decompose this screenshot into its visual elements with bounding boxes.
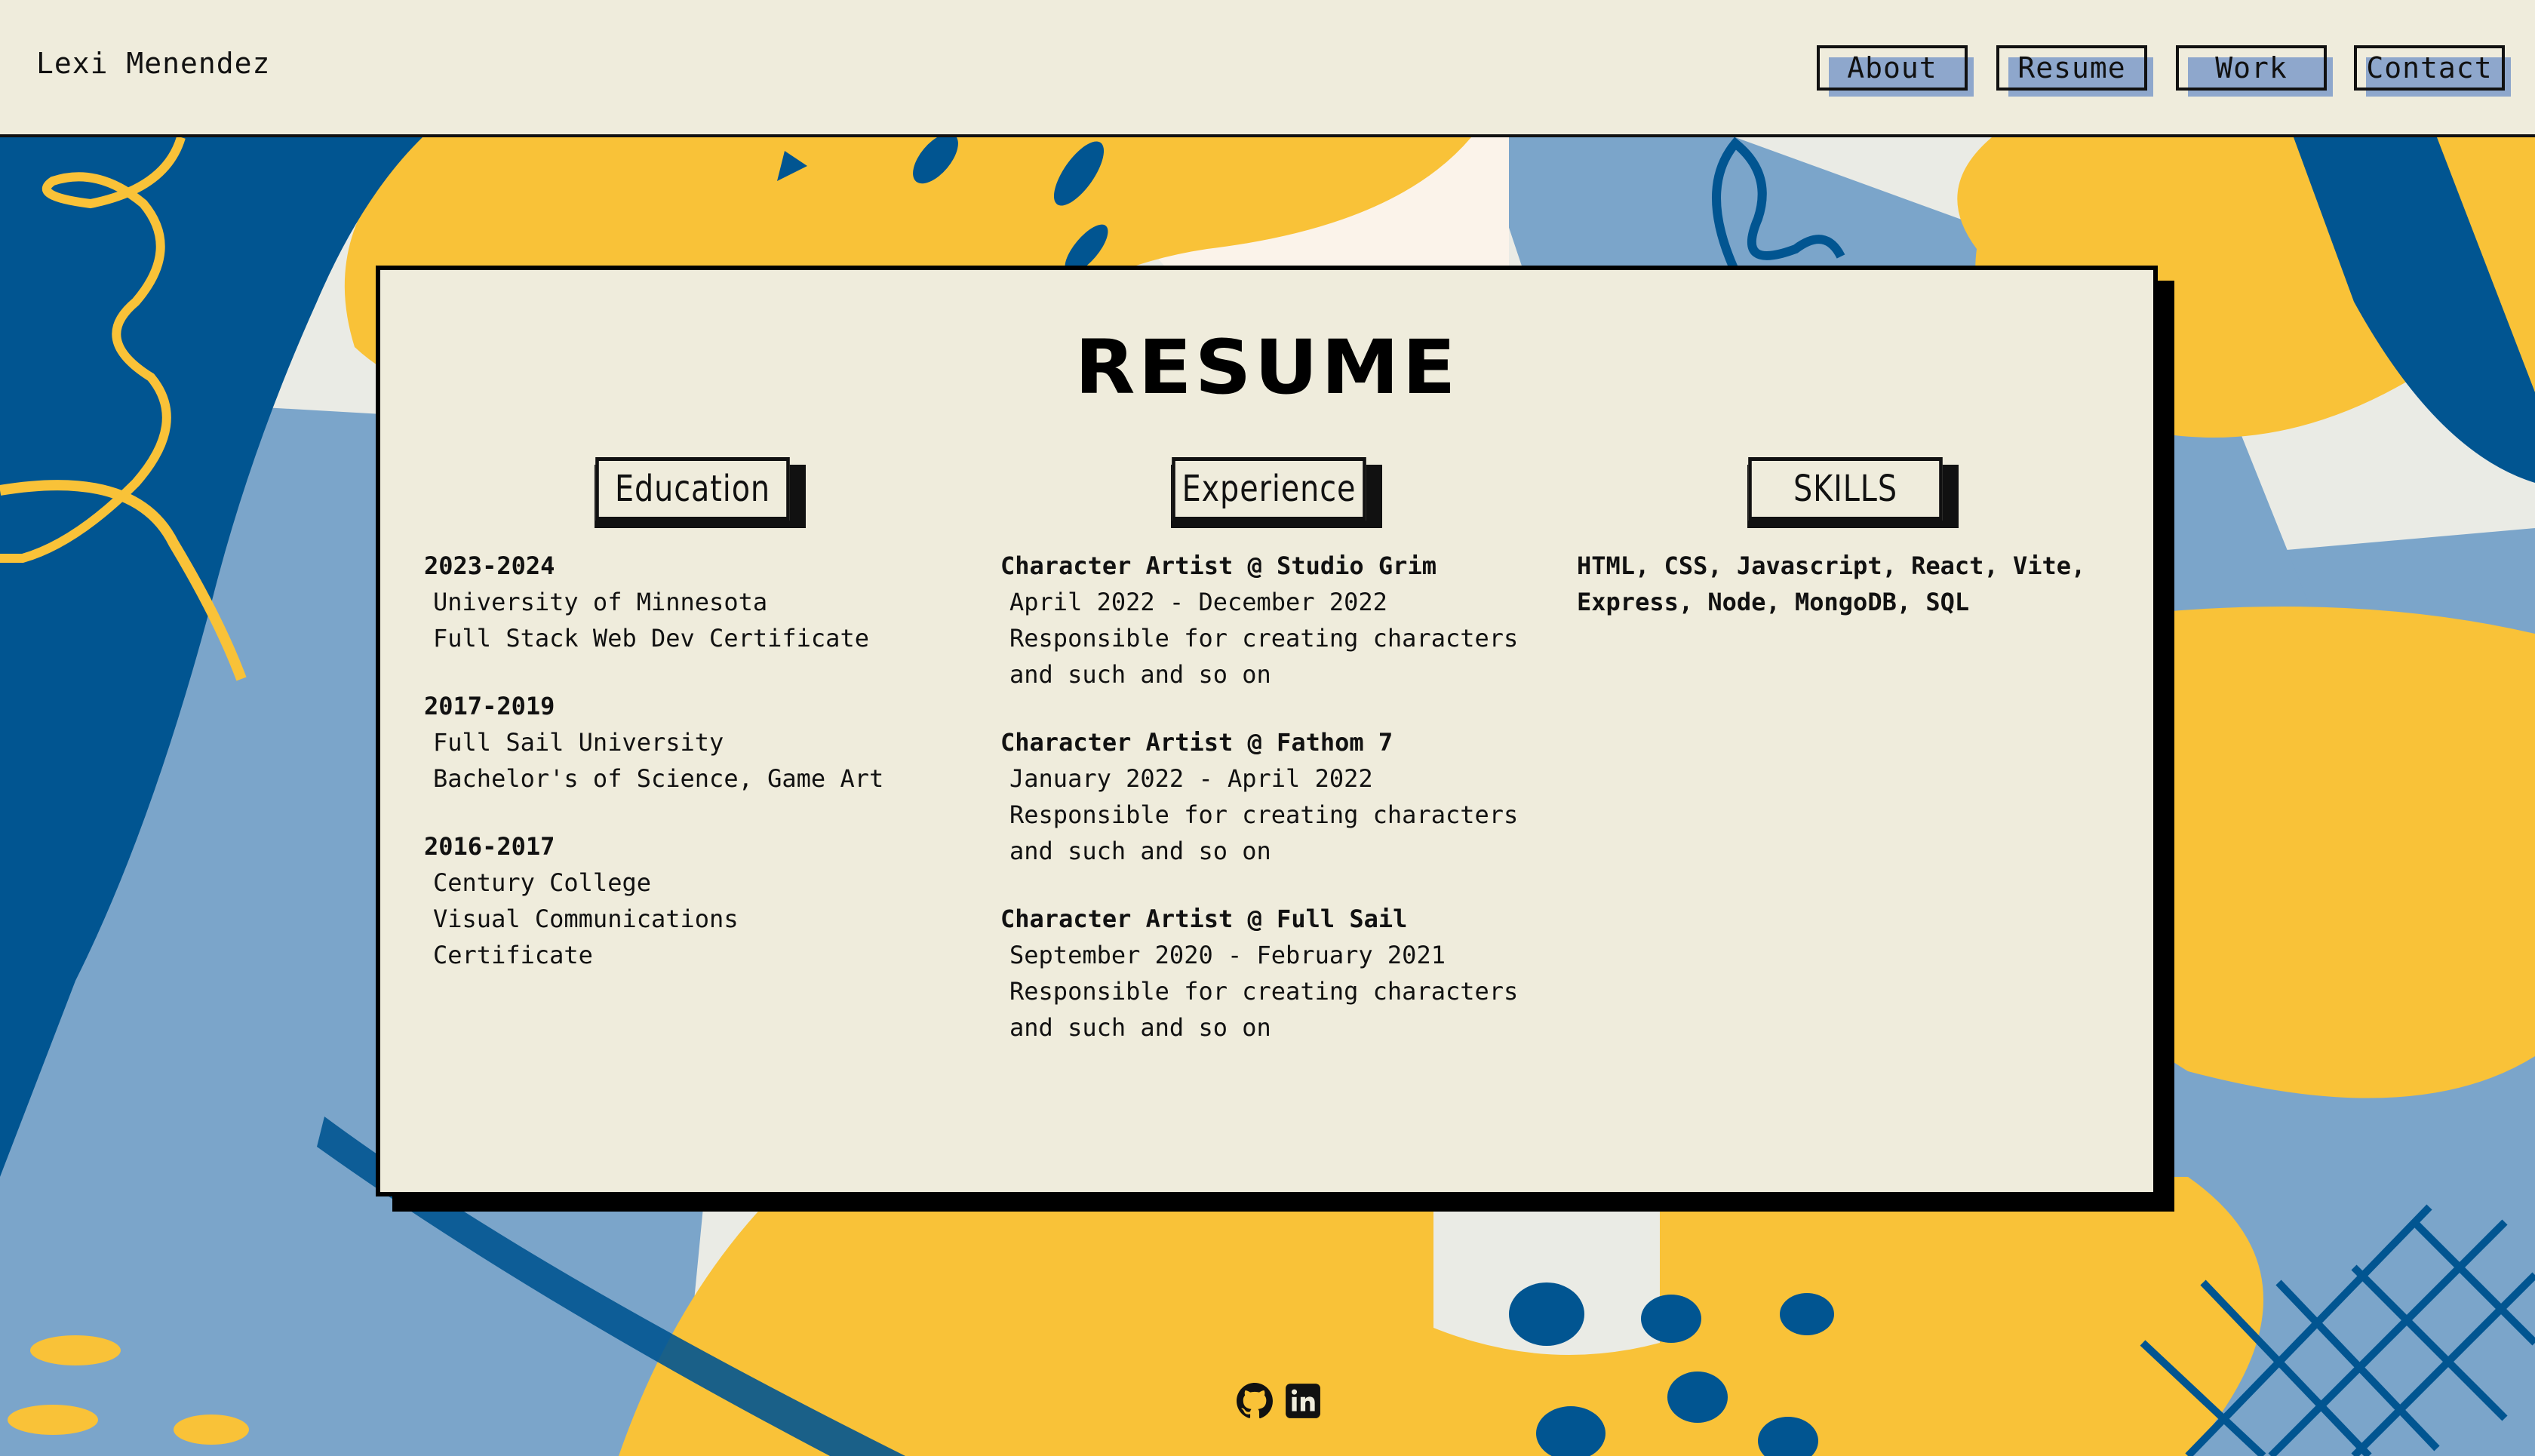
experience-role: Character Artist @ Full Sail bbox=[1000, 905, 1408, 933]
education-years: 2016-2017 bbox=[424, 832, 555, 861]
education-years: 2023-2024 bbox=[424, 551, 555, 580]
education-entry: 2016-2017 Century College Visual Communi… bbox=[424, 828, 908, 973]
education-years: 2017-2019 bbox=[424, 692, 555, 720]
experience-description: Responsible for creating characters bbox=[1009, 977, 1519, 1006]
nav-resume-button[interactable]: Resume bbox=[1996, 45, 2153, 97]
experience-description: Responsible for creating characters bbox=[1009, 624, 1519, 653]
experience-role: Character Artist @ Fathom 7 bbox=[1000, 728, 1393, 757]
education-column: Education 2023-2024 University of Minnes… bbox=[380, 457, 908, 973]
experience-heading: Experience bbox=[1172, 457, 1366, 521]
linkedin-icon[interactable] bbox=[1284, 1382, 1322, 1420]
github-icon[interactable] bbox=[1236, 1382, 1274, 1420]
experience-entry: Character Artist @ Studio Grim April 202… bbox=[1000, 548, 1530, 693]
education-entry: 2023-2024 University of Minnesota Full S… bbox=[424, 548, 908, 656]
skills-list: HTML, CSS, Javascript, React, Vite, Expr… bbox=[1577, 548, 2137, 620]
education-school: University of Minnesota bbox=[433, 588, 768, 616]
skills-heading: SKILLS bbox=[1748, 457, 1943, 521]
skills-line: HTML, CSS, Javascript, React, Vite, bbox=[1577, 551, 2086, 580]
education-school: Full Sail University bbox=[433, 728, 724, 757]
nav-contact-label: Contact bbox=[2366, 51, 2493, 84]
education-detail: Bachelor's of Science, Game Art bbox=[433, 764, 884, 793]
experience-dates: April 2022 - December 2022 bbox=[1009, 588, 1387, 616]
experience-dates: September 2020 - February 2021 bbox=[1009, 941, 1446, 969]
nav-about-button[interactable]: About bbox=[1817, 45, 1974, 97]
nav-about-label: About bbox=[1847, 51, 1937, 84]
social-links bbox=[1236, 1382, 1322, 1420]
experience-description: and such and so on bbox=[1009, 1013, 1271, 1042]
experience-column: Experience Character Artist @ Studio Gri… bbox=[957, 457, 1530, 1046]
site-header: Lexi Menendez About Resume Work Contact bbox=[0, 0, 2535, 137]
experience-entry: Character Artist @ Full Sail September 2… bbox=[1000, 901, 1530, 1046]
experience-role: Character Artist @ Studio Grim bbox=[1000, 551, 1436, 580]
education-school: Century College bbox=[433, 868, 651, 897]
skills-column: SKILLS HTML, CSS, Javascript, React, Vit… bbox=[1533, 457, 2137, 620]
experience-description: and such and so on bbox=[1009, 660, 1271, 689]
education-entry: 2017-2019 Full Sail University Bachelor'… bbox=[424, 688, 908, 797]
education-heading: Education bbox=[595, 457, 790, 521]
nav-work-button[interactable]: Work bbox=[2176, 45, 2333, 97]
experience-description: and such and so on bbox=[1009, 837, 1271, 865]
experience-entry: Character Artist @ Fathom 7 January 2022… bbox=[1000, 724, 1530, 869]
education-detail: Visual Communications Certificate bbox=[433, 905, 739, 969]
experience-description: Responsible for creating characters bbox=[1009, 800, 1519, 829]
resume-card: RESUME Education 2023-2024 University of… bbox=[376, 266, 2158, 1196]
nav-work-label: Work bbox=[2215, 51, 2288, 84]
experience-dates: January 2022 - April 2022 bbox=[1009, 764, 1373, 793]
skills-line: Express, Node, MongoDB, SQL bbox=[1577, 588, 1970, 616]
education-detail: Full Stack Web Dev Certificate bbox=[433, 624, 869, 653]
nav-contact-button[interactable]: Contact bbox=[2354, 45, 2511, 97]
nav-resume-label: Resume bbox=[2017, 51, 2126, 84]
site-brand[interactable]: Lexi Menendez bbox=[36, 47, 270, 80]
resume-title: RESUME bbox=[1074, 324, 1459, 411]
